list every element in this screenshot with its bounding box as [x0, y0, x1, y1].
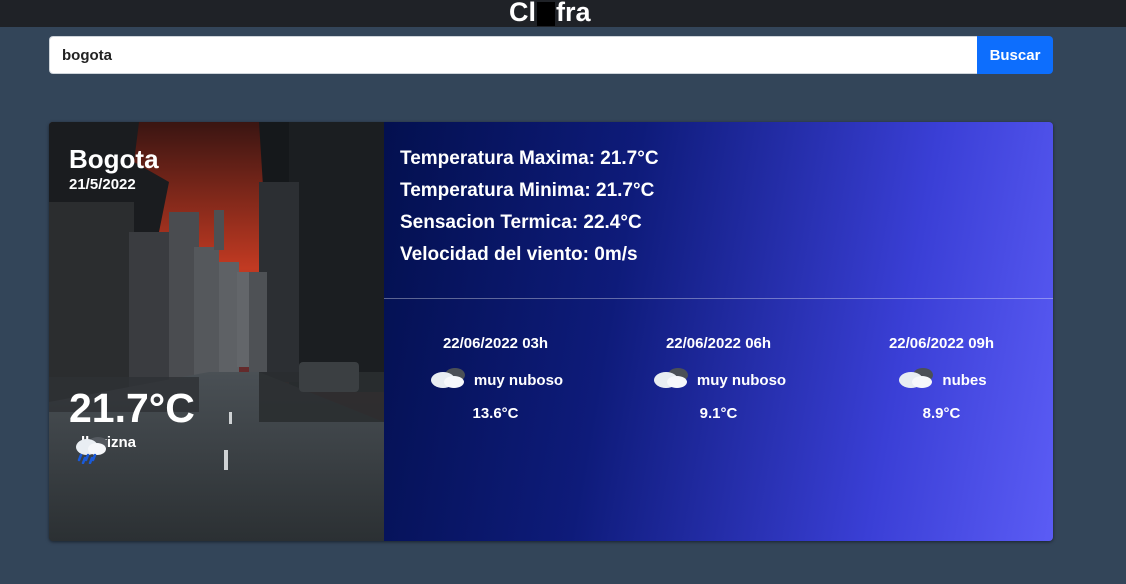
forecast-item: 22/06/2022 03h muy nuboso 13.6°C — [384, 335, 607, 422]
forecast-condition-label: muy nuboso — [473, 371, 564, 389]
forecast-datetime: 22/06/2022 09h — [888, 335, 995, 352]
brand-logo[interactable]: Cl in fra — [509, 0, 591, 27]
search-button[interactable]: Buscar — [977, 36, 1053, 74]
divider — [384, 298, 1053, 299]
forecast-item: 22/06/2022 09h nubes 8.9°C — [830, 335, 1053, 422]
cloud-icon — [896, 365, 936, 395]
forecast-datetime: 22/06/2022 06h — [665, 335, 772, 352]
forecast-condition: muy nuboso — [651, 367, 786, 393]
forecast-condition-label: nubes — [942, 371, 987, 389]
weather-card: Bogota 21/5/2022 21.7°C llovizna Tempera… — [49, 122, 1053, 541]
current-date: 21/5/2022 — [69, 176, 136, 193]
brand-text-left: Cl — [509, 0, 536, 27]
temp-max: Temperatura Maxima: 21.7°C — [400, 148, 659, 169]
brand-text-mid: in — [537, 2, 555, 26]
forecast-condition: nubes — [896, 365, 987, 395]
top-bar: Cl in fra — [0, 0, 1126, 27]
cloud-icon — [428, 365, 468, 395]
forecast-condition: muy nuboso — [428, 367, 563, 393]
forecast-datetime: 22/06/2022 03h — [442, 335, 549, 352]
search-input[interactable] — [49, 36, 977, 74]
temp-min: Temperatura Minima: 21.7°C — [400, 180, 655, 201]
forecast-condition-label: muy nuboso — [696, 371, 787, 389]
forecast-item: 22/06/2022 06h muy nuboso 9.1°C — [607, 335, 830, 422]
forecast-list: 22/06/2022 03h muy nuboso 13.6°C 22/06/2… — [384, 335, 1053, 422]
city-name: Bogota — [69, 144, 159, 174]
weather-stats: Temperatura Maxima: 21.7°C Temperatura M… — [400, 146, 659, 274]
city-photo-panel: Bogota 21/5/2022 21.7°C llovizna — [49, 122, 384, 541]
brand-text-right: fra — [556, 0, 591, 27]
current-temperature: 21.7°C — [69, 385, 195, 431]
search-bar: Buscar — [49, 36, 1053, 74]
forecast-temperature: 9.1°C — [699, 405, 738, 422]
forecast-temperature: 13.6°C — [472, 405, 519, 422]
forecast-temperature: 8.9°C — [922, 405, 961, 422]
current-condition: llovizna — [73, 434, 136, 464]
feels-like: Sensacion Termica: 22.4°C — [400, 212, 642, 233]
weather-details-panel: Temperatura Maxima: 21.7°C Temperatura M… — [384, 122, 1053, 541]
cloud-icon — [651, 365, 691, 395]
wind-speed: Velocidad del viento: 0m/s — [400, 244, 638, 265]
